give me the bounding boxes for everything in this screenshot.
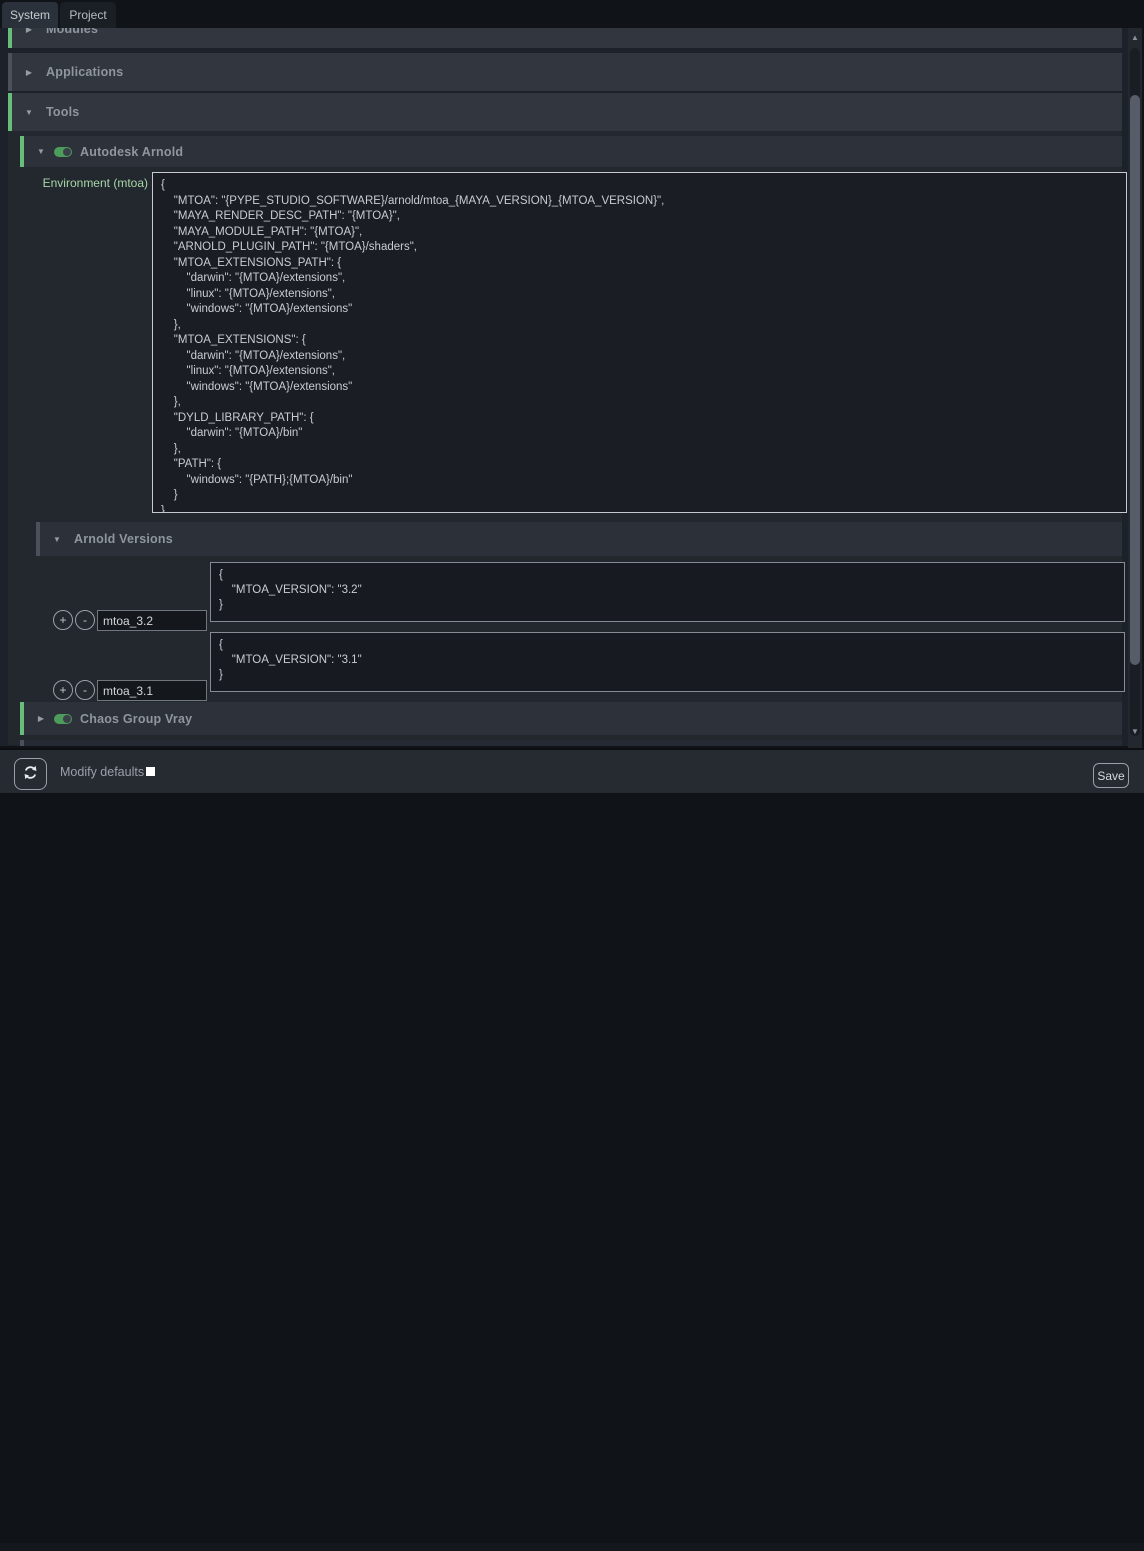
section-title: Chaos Group Vray (80, 712, 192, 726)
tab-project[interactable]: Project (60, 2, 116, 28)
section-header-modules[interactable]: ▶ Modules (8, 28, 1122, 48)
tab-system[interactable]: System (2, 2, 58, 28)
add-version-button[interactable]: + (53, 610, 73, 630)
section-title: Arnold Versions (74, 532, 173, 546)
section-header-arnold-versions[interactable]: ▼ Arnold Versions (36, 522, 1122, 556)
remove-version-button[interactable]: - (75, 610, 95, 630)
chevron-right-icon: ▶ (20, 28, 38, 34)
environment-mtoa-json-editor[interactable]: { "MTOA": "{PYPE_STUDIO_SOFTWARE}/arnold… (152, 172, 1127, 513)
section-header-applications[interactable]: ▶ Applications (8, 53, 1122, 91)
version-json-editor[interactable]: { "MTOA_VERSION": "3.1" } (210, 632, 1125, 692)
version-key-input[interactable] (97, 610, 207, 631)
settings-scroll-area: ▶ Modules ▶ Applications ▼ Tools ▼ Autod… (0, 28, 1128, 746)
window-bottom-edge (0, 1543, 1144, 1551)
arnold-enabled-toggle[interactable] (54, 147, 72, 157)
footer-bar: Modify defaults Save (0, 748, 1144, 793)
section-title: Modules (46, 28, 98, 36)
modify-defaults-checkbox[interactable] (146, 767, 155, 776)
section-title: Autodesk Arnold (80, 145, 183, 159)
chevron-down-icon: ▼ (32, 147, 50, 156)
toggle-knob (63, 148, 71, 156)
section-title: Applications (46, 65, 123, 79)
refresh-icon (22, 764, 39, 784)
add-version-button[interactable]: + (53, 680, 73, 700)
chevron-right-icon: ▶ (32, 714, 50, 723)
vertical-scrollbar[interactable]: ▲ ▼ (1128, 28, 1142, 748)
version-key-input[interactable] (97, 680, 207, 701)
remove-version-button[interactable]: - (75, 680, 95, 700)
section-header-chaos-group-vray[interactable]: ▶ Chaos Group Vray (20, 702, 1122, 735)
scroll-down-button[interactable]: ▼ (1128, 724, 1142, 740)
chevron-down-icon: ▼ (20, 108, 38, 117)
section-header-tools[interactable]: ▼ Tools (8, 93, 1122, 131)
scrollbar-thumb[interactable] (1130, 95, 1140, 665)
environment-mtoa-label: Environment (mtoa) (0, 176, 148, 190)
scroll-up-button[interactable]: ▲ (1128, 30, 1142, 46)
section-header-autodesk-arnold[interactable]: ▼ Autodesk Arnold (20, 136, 1122, 167)
settings-window: System Project ▶ Modules ▶ Applications … (0, 0, 1144, 801)
refresh-button[interactable] (14, 758, 47, 790)
clipped-next-section (20, 740, 1122, 746)
section-title: Tools (46, 105, 79, 119)
version-json-editor[interactable]: { "MTOA_VERSION": "3.2" } (210, 562, 1125, 622)
toggle-knob (63, 715, 71, 723)
modify-defaults-label: Modify defaults (60, 765, 144, 779)
save-button[interactable]: Save (1093, 763, 1129, 788)
chevron-down-icon: ▼ (48, 535, 66, 544)
chevron-right-icon: ▶ (20, 68, 38, 77)
vray-enabled-toggle[interactable] (54, 714, 72, 724)
tab-bar: System Project (0, 0, 1144, 28)
